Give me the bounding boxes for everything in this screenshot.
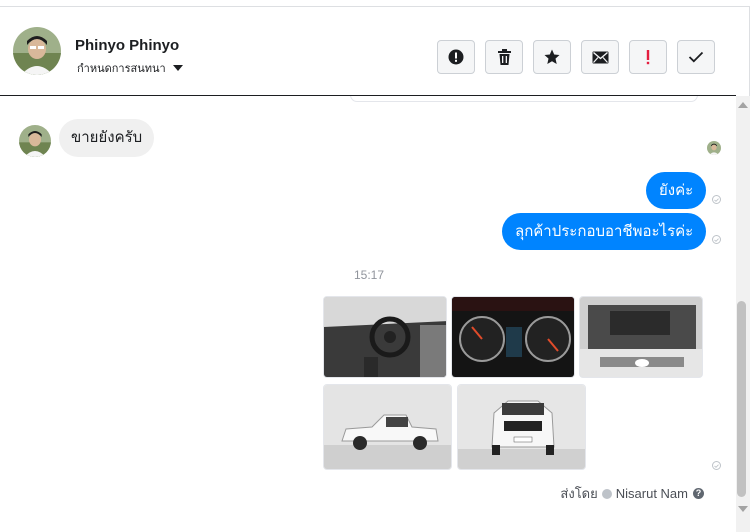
checkmark-icon (688, 51, 704, 63)
trash-icon (497, 49, 512, 65)
car-interior-photo[interactable] (323, 296, 447, 378)
assign-conversation-label: กำหนดการสนทนา (77, 63, 166, 75)
sender-badge-icon (601, 488, 612, 499)
sender-avatar[interactable] (19, 125, 51, 157)
car-side-photo[interactable] (323, 384, 452, 470)
exclamation-icon (645, 49, 651, 65)
follow-up-button[interactable] (629, 40, 667, 74)
outgoing-message[interactable]: ยังค่ะ (646, 172, 707, 209)
sender-name[interactable]: Nisarut Nam (616, 486, 688, 501)
mark-done-button[interactable] (677, 40, 715, 74)
conversation-header: Phinyo Phinyo กำหนดการสนทนา (0, 7, 749, 95)
envelope-icon (592, 51, 609, 64)
sent-check-icon (712, 235, 721, 244)
star-icon (544, 49, 560, 65)
chevron-down-icon (172, 65, 183, 71)
sent-by-line: ส่งโดย Nisarut Nam ? (560, 483, 704, 504)
message-timestamp: 15:17 (354, 268, 385, 282)
outgoing-message[interactable]: ลุกค้าประกอบอาชีพอะไรค่ะ (502, 213, 707, 250)
sent-by-label: ส่งโดย (560, 486, 598, 501)
seen-avatar (707, 141, 721, 155)
scroll-down-arrow-icon[interactable] (738, 506, 748, 512)
scroll-up-arrow-icon[interactable] (738, 102, 748, 108)
spam-alert-button[interactable] (437, 40, 475, 74)
alert-circle-icon (448, 49, 464, 65)
mark-unread-button[interactable] (581, 40, 619, 74)
car-engine-photo[interactable] (579, 296, 703, 378)
incoming-message[interactable]: ขายยังครับ (59, 119, 155, 157)
star-button[interactable] (533, 40, 571, 74)
sent-check-icon (712, 195, 721, 204)
scrollbar-thumb[interactable] (737, 301, 746, 497)
contact-name[interactable]: Phinyo Phinyo (75, 37, 179, 54)
car-front-photo[interactable] (457, 384, 586, 470)
contact-avatar[interactable] (13, 27, 61, 75)
sent-check-icon (712, 461, 721, 470)
car-gauge-photo[interactable] (451, 296, 575, 378)
delete-button[interactable] (485, 40, 523, 74)
previous-message-edge (350, 96, 698, 102)
assign-conversation-dropdown[interactable]: กำหนดการสนทนา (77, 59, 183, 77)
message-thread[interactable]: ขายยังครับ ยังค่ะ ลุกค้าประกอบอาชีพอะไรค… (0, 96, 736, 532)
help-icon[interactable]: ? (693, 488, 704, 499)
